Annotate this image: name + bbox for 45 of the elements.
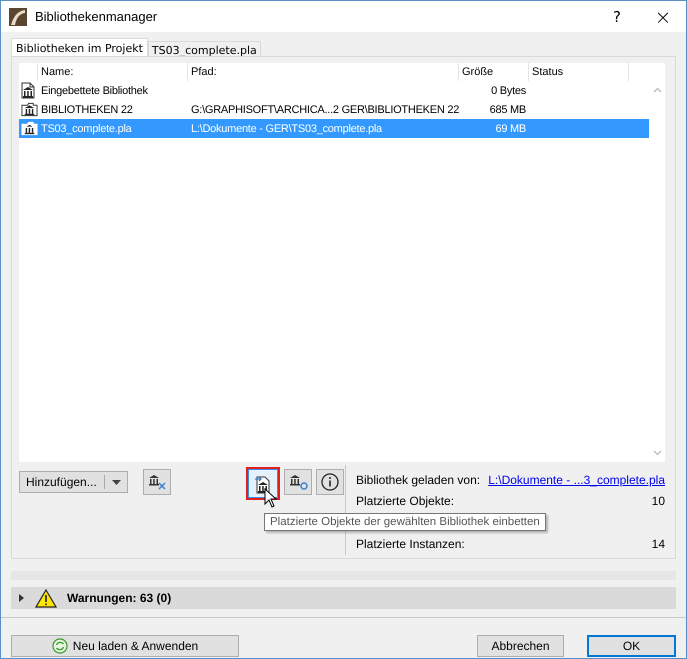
warnings-bar[interactable]: Warnungen: 63 (0) <box>11 587 676 609</box>
expand-icon[interactable] <box>19 594 25 602</box>
caret-icon[interactable] <box>112 480 121 484</box>
add-button[interactable]: Hinzufügen... <box>19 471 128 493</box>
ok-button[interactable]: OK <box>587 635 676 657</box>
mouse-cursor-icon <box>264 488 277 508</box>
folder-icon <box>21 121 38 136</box>
app-logo-icon <box>9 8 27 26</box>
table-cell-text: Eingebettete Bibliothek <box>40 84 149 96</box>
table-cell: L:\Dokumente - GER\TS03_complete.pla <box>191 122 382 134</box>
help-button[interactable]: ? <box>594 1 640 32</box>
info-value: 14 <box>652 537 665 551</box>
cancel-button[interactable]: Abbrechen <box>477 635 564 657</box>
library-remove-icon <box>146 473 167 491</box>
table-cell-text: TS03_complete.pla <box>40 122 133 134</box>
close-button[interactable]: × <box>640 1 686 32</box>
column-header[interactable]: Name: <box>38 63 188 81</box>
warning-icon <box>35 588 57 608</box>
warnings-label: Warnungen: 63 (0) <box>67 591 172 605</box>
embed-library-icon <box>254 474 272 494</box>
library-gear-icon <box>288 473 308 491</box>
table-cell-text: 685 MB <box>488 104 527 116</box>
library-settings-button[interactable] <box>284 469 312 495</box>
info-label: Bibliothek geladen von: <box>356 473 480 487</box>
table-cell: G:\GRAPHISOFT\ARCHICA...2 GER\BIBLIOTHEKEN 22 <box>191 104 460 116</box>
reload-apply-button[interactable]: Neu laden & Anwenden <box>11 635 239 657</box>
table-cell-text: BIBLIOTHEKEN 22 <box>40 104 134 116</box>
window-title: Bibliothekenmanager <box>35 9 158 24</box>
tooltip: Platzierte Objekte der gewählten Bibliothek einbetten <box>264 513 546 531</box>
column-header[interactable]: Pfad: <box>188 63 459 81</box>
remove-library-button[interactable] <box>142 469 171 495</box>
info-label: Platzierte Instanzen: <box>356 537 465 551</box>
column-header[interactable]: Größe <box>459 63 529 81</box>
info-icon <box>320 473 339 491</box>
table-row[interactable]: Eingebettete Bibliothek 0 Bytes <box>19 81 649 100</box>
column-header[interactable]: Status <box>529 63 629 81</box>
table-row[interactable]: BIBLIOTHEKEN 22 G:\GRAPHISOFT\ARCHICA...2 GER\BIBLIOTHEKEN 22 685 MB <box>19 100 649 119</box>
info-value: 10 <box>652 494 665 508</box>
tab[interactable]: Bibliotheken im Projekt <box>11 38 148 58</box>
info-label: Platzierte Objekte: <box>356 494 454 508</box>
table-cell-text: 69 MB <box>494 122 527 134</box>
refresh-icon <box>52 638 68 654</box>
table-cell-text: 0 Bytes <box>490 84 527 96</box>
info-button[interactable] <box>316 469 344 495</box>
path-link[interactable]: L:\Dokumente - ...3_complete.pla <box>488 473 665 487</box>
